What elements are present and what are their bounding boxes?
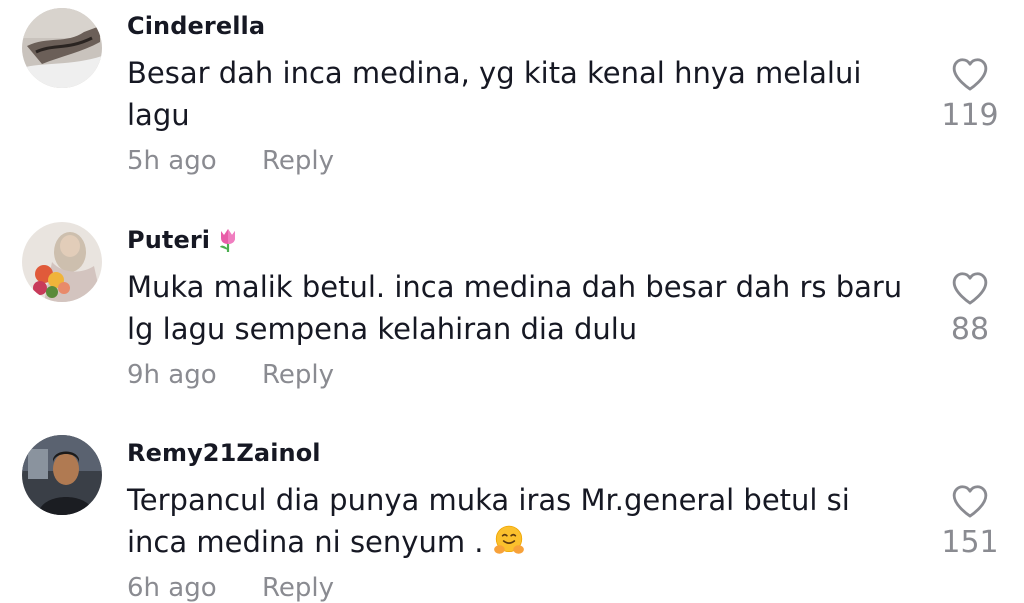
heart-outline-icon[interactable]: [951, 56, 989, 92]
hugging-face-emoji: [493, 525, 524, 554]
avatar[interactable]: [22, 435, 102, 515]
avatar-image: [22, 8, 102, 88]
comment-text-content: Terpancul dia punya muka iras Mr.general…: [127, 483, 850, 559]
like-count: 119: [941, 98, 999, 133]
comment-meta: 5h ago Reply: [127, 146, 334, 176]
comment-time: 6h ago: [127, 573, 217, 603]
heart-outline-icon[interactable]: [951, 270, 989, 306]
comment-text: Terpancul dia punya muka iras Mr.general…: [127, 479, 917, 563]
avatar-image: [22, 435, 102, 515]
like-button[interactable]: 151: [938, 483, 1002, 560]
like-count: 151: [941, 525, 999, 560]
username[interactable]: Cinderella: [127, 12, 265, 40]
like-button[interactable]: 119: [938, 56, 1002, 133]
reply-button[interactable]: Reply: [262, 146, 334, 176]
username[interactable]: Remy21Zainol: [127, 439, 321, 467]
avatar[interactable]: [22, 8, 102, 88]
reply-button[interactable]: Reply: [262, 360, 334, 390]
tulip-icon: [220, 229, 236, 252]
like-button[interactable]: 88: [938, 270, 1002, 347]
comment-time: 9h ago: [127, 360, 217, 390]
heart-outline-icon[interactable]: [951, 483, 989, 519]
username[interactable]: Puteri: [127, 226, 240, 254]
like-count: 88: [950, 312, 990, 347]
comment-meta: 9h ago Reply: [127, 360, 334, 390]
reply-button[interactable]: Reply: [262, 573, 334, 603]
comment-meta: 6h ago Reply: [127, 573, 334, 603]
avatar-image: [22, 222, 102, 302]
comment-list: Cinderella Besar dah inca medina, yg kit…: [0, 0, 1024, 603]
comment-time: 5h ago: [127, 146, 217, 176]
comment-text: Muka malik betul. inca medina dah besar …: [127, 270, 903, 346]
avatar[interactable]: [22, 222, 102, 302]
username-text: Puteri: [127, 226, 211, 254]
comment-text: Besar dah inca medina, yg kita kenal hny…: [127, 56, 862, 132]
